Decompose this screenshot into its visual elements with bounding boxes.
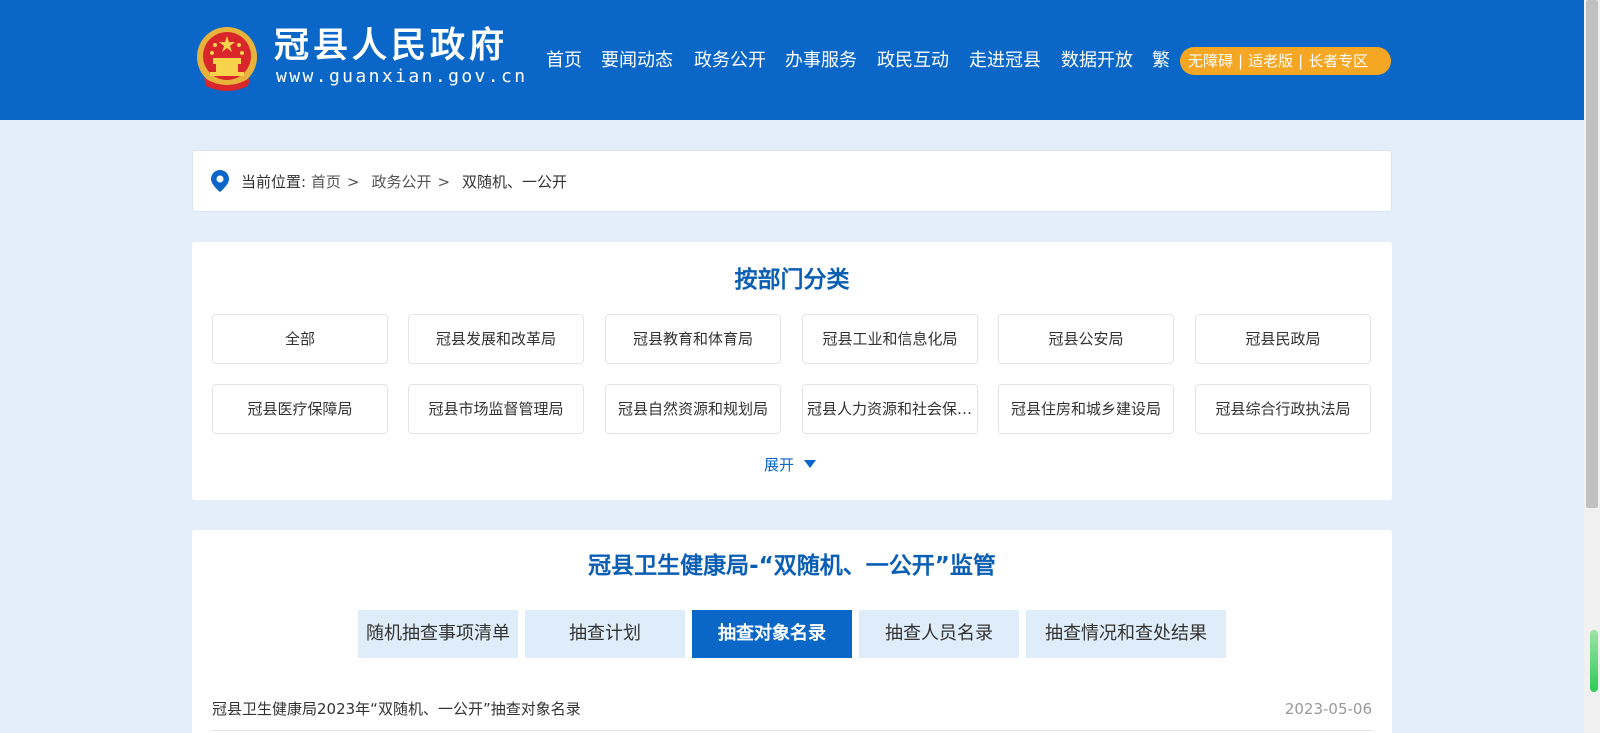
category-all[interactable]: 全部 (212, 314, 388, 364)
supervision-title: 冠县卫生健康局-“双随机、一公开”监管 (588, 553, 996, 579)
tab-inspection-items[interactable]: 随机抽查事项清单 (358, 610, 518, 658)
triangle-down-icon (804, 460, 817, 468)
main-nav: 首页 要闻动态 政务公开 办事服务 政民互动 走进冠县 数据开放 繁 (0, 48, 1200, 74)
category-industry-it[interactable]: 冠县工业和信息化局 (802, 314, 978, 364)
category-natural-resources[interactable]: 冠县自然资源和规划局 (605, 384, 781, 434)
category-development-reform[interactable]: 冠县发展和改革局 (408, 314, 584, 364)
tab-inspection-targets[interactable]: 抽查对象名录 (692, 610, 852, 658)
nav-gov-affairs[interactable]: 政务公开 (694, 48, 766, 74)
divider (212, 730, 1372, 731)
separator: | (1238, 52, 1244, 70)
breadcrumb-sep: > (346, 173, 360, 191)
nav-home[interactable]: 首页 (546, 48, 582, 74)
supervision-panel: 冠县卫生健康局-“双随机、一公开”监管 随机抽查事项清单 抽查计划 抽查对象名录… (192, 530, 1392, 733)
tab-inspection-staff[interactable]: 抽查人员名录 (859, 610, 1019, 658)
nav-open-data[interactable]: 数据开放 (1061, 48, 1133, 74)
breadcrumb-gov-affairs[interactable]: 政务公开 (371, 173, 431, 191)
category-human-resources[interactable]: 冠县人力资源和社会保障局 (802, 384, 978, 434)
accessibility-link[interactable]: 无障碍 (1188, 52, 1233, 70)
breadcrumb-current: 双随机、一公开 (462, 173, 568, 191)
category-law-enforcement[interactable]: 冠县综合行政执法局 (1195, 384, 1371, 434)
list-item-date: 2023-05-06 (1284, 700, 1372, 718)
category-civil-affairs[interactable]: 冠县民政局 (1195, 314, 1371, 364)
expand-button[interactable]: 展开 (764, 454, 817, 476)
category-title: 按部门分类 (734, 267, 850, 293)
side-float-widget[interactable] (1590, 630, 1598, 692)
list-item-title[interactable]: 冠县卫生健康局2023年“双随机、一公开”抽查对象名录 (212, 698, 581, 720)
breadcrumb-prefix: 当前位置: (241, 173, 307, 191)
nav-news[interactable]: 要闻动态 (601, 48, 673, 74)
scrollbar-thumb[interactable] (1586, 0, 1598, 508)
breadcrumb: 当前位置: 首页 > 政务公开 > 双随机、一公开 (192, 150, 1392, 212)
senior-zone-link[interactable]: 长者专区 (1308, 52, 1368, 70)
nav-interaction[interactable]: 政民互动 (877, 48, 949, 74)
category-market-supervision[interactable]: 冠县市场监督管理局 (408, 384, 584, 434)
nav-traditional[interactable]: 繁 (1152, 48, 1170, 74)
site-header: 冠县人民政府 www.guanxian.gov.cn 首页 要闻动态 政务公开 … (0, 0, 1584, 120)
separator: | (1298, 52, 1304, 70)
nav-about[interactable]: 走进冠县 (969, 48, 1041, 74)
elderly-version-link[interactable]: 适老版 (1248, 52, 1293, 70)
department-category-panel: 按部门分类 全部 冠县发展和改革局 冠县教育和体育局 冠县工业和信息化局 冠县公… (192, 242, 1392, 500)
category-housing-construction[interactable]: 冠县住房和城乡建设局 (998, 384, 1174, 434)
category-medical-insurance[interactable]: 冠县医疗保障局 (212, 384, 388, 434)
accessibility-bar: 无障碍 | 适老版 | 长者专区 (1180, 47, 1391, 75)
nav-services[interactable]: 办事服务 (785, 48, 857, 74)
category-education-sports[interactable]: 冠县教育和体育局 (605, 314, 781, 364)
breadcrumb-home[interactable]: 首页 (311, 173, 341, 191)
tab-inspection-plan[interactable]: 抽查计划 (525, 610, 685, 658)
category-public-security[interactable]: 冠县公安局 (998, 314, 1174, 364)
tab-inspection-results[interactable]: 抽查情况和查处结果 (1026, 610, 1226, 658)
location-pin-icon (211, 170, 229, 192)
breadcrumb-text: 当前位置: 首页 > 政务公开 > 双随机、一公开 (241, 171, 567, 193)
expand-label: 展开 (764, 456, 795, 474)
breadcrumb-sep: > (437, 173, 451, 191)
